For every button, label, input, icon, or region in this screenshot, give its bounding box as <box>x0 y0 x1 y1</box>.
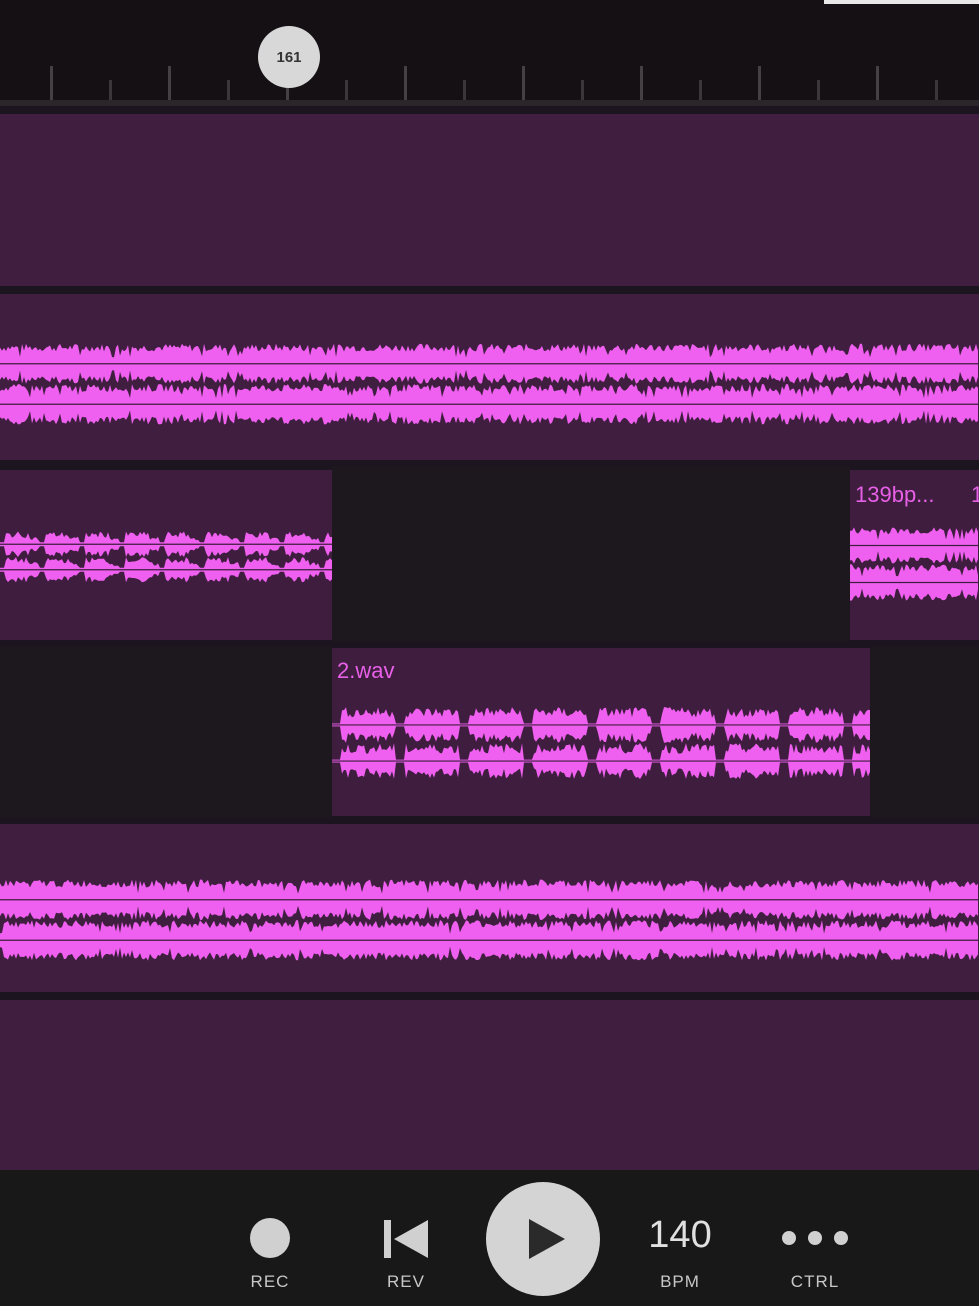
rev-label: REV <box>387 1272 425 1291</box>
ctrl-button[interactable]: CTRL <box>772 1170 858 1306</box>
track-3-clip-right[interactable]: 139bp... 1 <box>850 470 979 640</box>
bpm-label: BPM <box>660 1272 700 1291</box>
track-4-waveform <box>332 702 870 784</box>
rec-button[interactable]: REC <box>232 1170 308 1306</box>
record-circle-icon <box>250 1218 290 1258</box>
ruler-baseline <box>0 100 979 106</box>
ruler-tick <box>463 80 466 100</box>
ruler-tick <box>345 80 348 100</box>
track-3-left-waveform <box>0 528 332 586</box>
track-5-clip[interactable] <box>0 824 979 992</box>
track-2-clip[interactable] <box>0 294 979 460</box>
track-3-right-waveform <box>850 522 979 606</box>
track-6-clip[interactable] <box>0 1000 979 1170</box>
timeline-ruler[interactable]: 161 <box>0 0 979 106</box>
ruler-top-indicator <box>824 0 979 4</box>
play-button[interactable] <box>486 1182 600 1296</box>
ruler-tick <box>581 80 584 100</box>
ruler-tick <box>168 66 171 100</box>
bpm-value: 140 <box>648 1214 712 1256</box>
playhead-marker[interactable]: 161 <box>258 26 320 88</box>
ruler-tick <box>227 80 230 100</box>
track-4-empty-region-left[interactable] <box>0 646 332 818</box>
track-5-waveform <box>0 874 979 966</box>
ruler-tick <box>699 80 702 100</box>
clip-name-label: 2.wav <box>337 658 395 683</box>
transport-bar: REC REV 140 BPM CTRL <box>0 1170 979 1306</box>
ruler-tick <box>817 80 820 100</box>
clip-name-label: 139bp... <box>855 482 935 507</box>
rev-button[interactable]: REV <box>368 1170 444 1306</box>
bpm-control[interactable]: 140 BPM <box>630 1170 730 1306</box>
ruler-tick <box>935 80 938 100</box>
skip-back-icon <box>384 1220 428 1258</box>
clip-name-label-next: 1 <box>971 482 979 507</box>
track-2-waveform <box>0 338 979 430</box>
ruler-tick <box>522 66 525 100</box>
track-1-clip[interactable] <box>0 114 979 286</box>
track-3-empty-region[interactable] <box>332 466 850 642</box>
rec-label: REC <box>250 1272 290 1291</box>
ruler-tick <box>50 66 53 100</box>
track-4-clip-2wav[interactable]: 2.wav <box>332 648 870 816</box>
ruler-tick <box>404 66 407 100</box>
ruler-tick <box>758 66 761 100</box>
play-icon <box>529 1219 565 1259</box>
track-3-clip-left[interactable] <box>0 470 332 640</box>
ctrl-label: CTRL <box>790 1272 840 1291</box>
ruler-tick <box>876 66 879 100</box>
track-4-empty-region-right[interactable] <box>870 646 979 818</box>
ruler-tick <box>640 66 643 100</box>
ruler-tick <box>109 80 112 100</box>
more-dots-icon <box>782 1231 848 1245</box>
